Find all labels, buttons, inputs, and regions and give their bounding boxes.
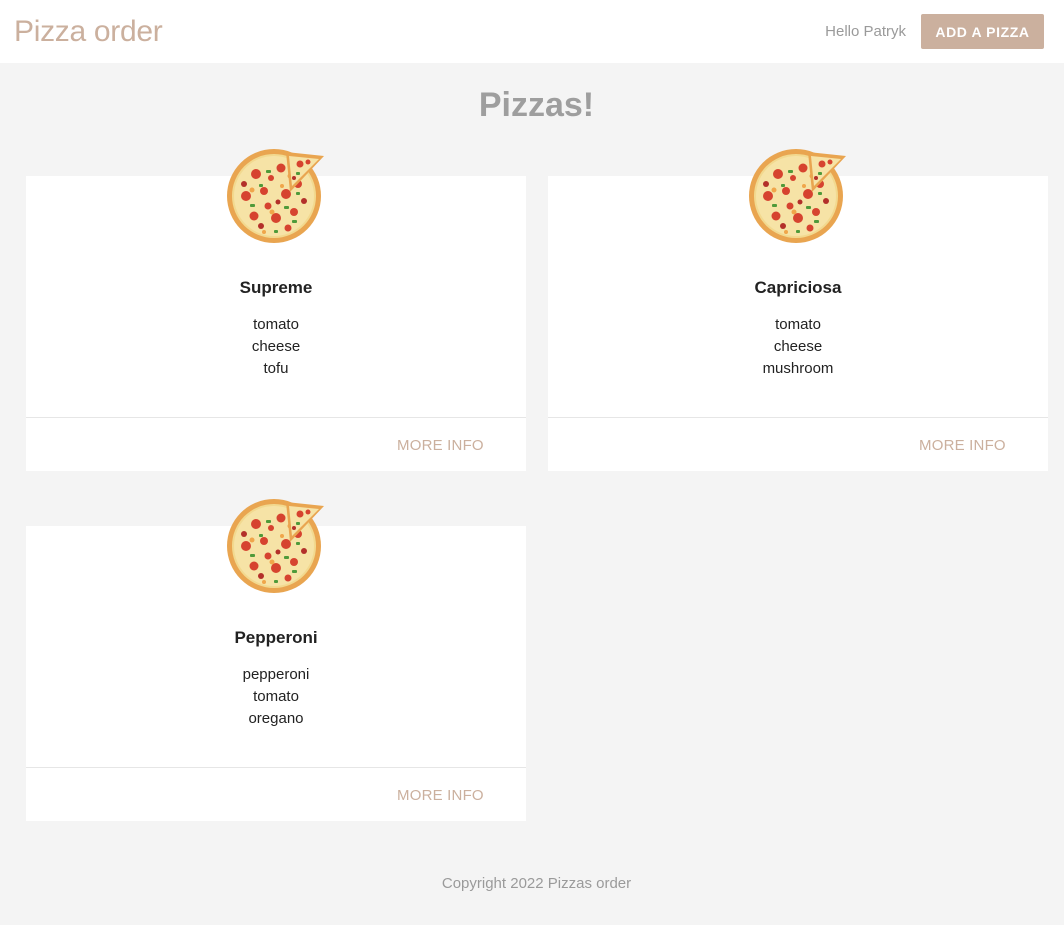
pizza-image — [227, 149, 324, 243]
user-greeting: Hello Patryk — [825, 23, 906, 40]
ingredient-item: oregano — [248, 710, 304, 727]
card-divider — [26, 767, 526, 768]
ingredient-item: tomato — [775, 316, 821, 333]
card-divider — [26, 417, 526, 418]
ingredient-list: pepperoni tomato oregano — [26, 664, 526, 730]
card-divider — [548, 417, 1048, 418]
more-info-link[interactable]: MORE INFO — [919, 436, 1006, 456]
navbar: Pizza order Hello Patryk ADD A PIZZA — [0, 0, 1064, 63]
ingredient-list: tomato cheese tofu — [26, 314, 526, 380]
ingredient-item: tomato — [253, 316, 299, 333]
ingredient-item: cheese — [773, 338, 823, 355]
ingredient-item: mushroom — [762, 360, 834, 377]
ingredient-item: pepperoni — [242, 666, 310, 683]
footer-copyright: Copyright 2022 Pizzas order — [441, 875, 632, 892]
ingredient-list: tomato cheese mushroom — [548, 314, 1048, 380]
pizza-card: Pepperoni pepperoni tomato oregano MORE … — [26, 499, 526, 821]
pizza-card: Supreme tomato cheese tofu MORE INFO — [26, 149, 526, 471]
ingredient-item: tofu — [263, 360, 289, 377]
ingredient-item: tomato — [253, 688, 299, 705]
pizza-card: Capriciosa tomato cheese mushroom MORE I… — [548, 149, 1048, 471]
brand-link[interactable]: Pizza order — [14, 14, 163, 50]
pizza-name: Capriciosa — [754, 278, 842, 297]
more-info-link[interactable]: MORE INFO — [397, 786, 484, 806]
more-info-link[interactable]: MORE INFO — [397, 436, 484, 456]
ingredient-item: cheese — [251, 338, 301, 355]
pizza-image — [227, 499, 324, 593]
pizza-image — [749, 149, 846, 243]
pizza-name: Supreme — [239, 278, 313, 297]
add-pizza-button[interactable]: ADD A PIZZA — [921, 14, 1044, 49]
pizza-name: Pepperoni — [234, 628, 318, 647]
page-title: Pizzas! — [478, 86, 595, 124]
